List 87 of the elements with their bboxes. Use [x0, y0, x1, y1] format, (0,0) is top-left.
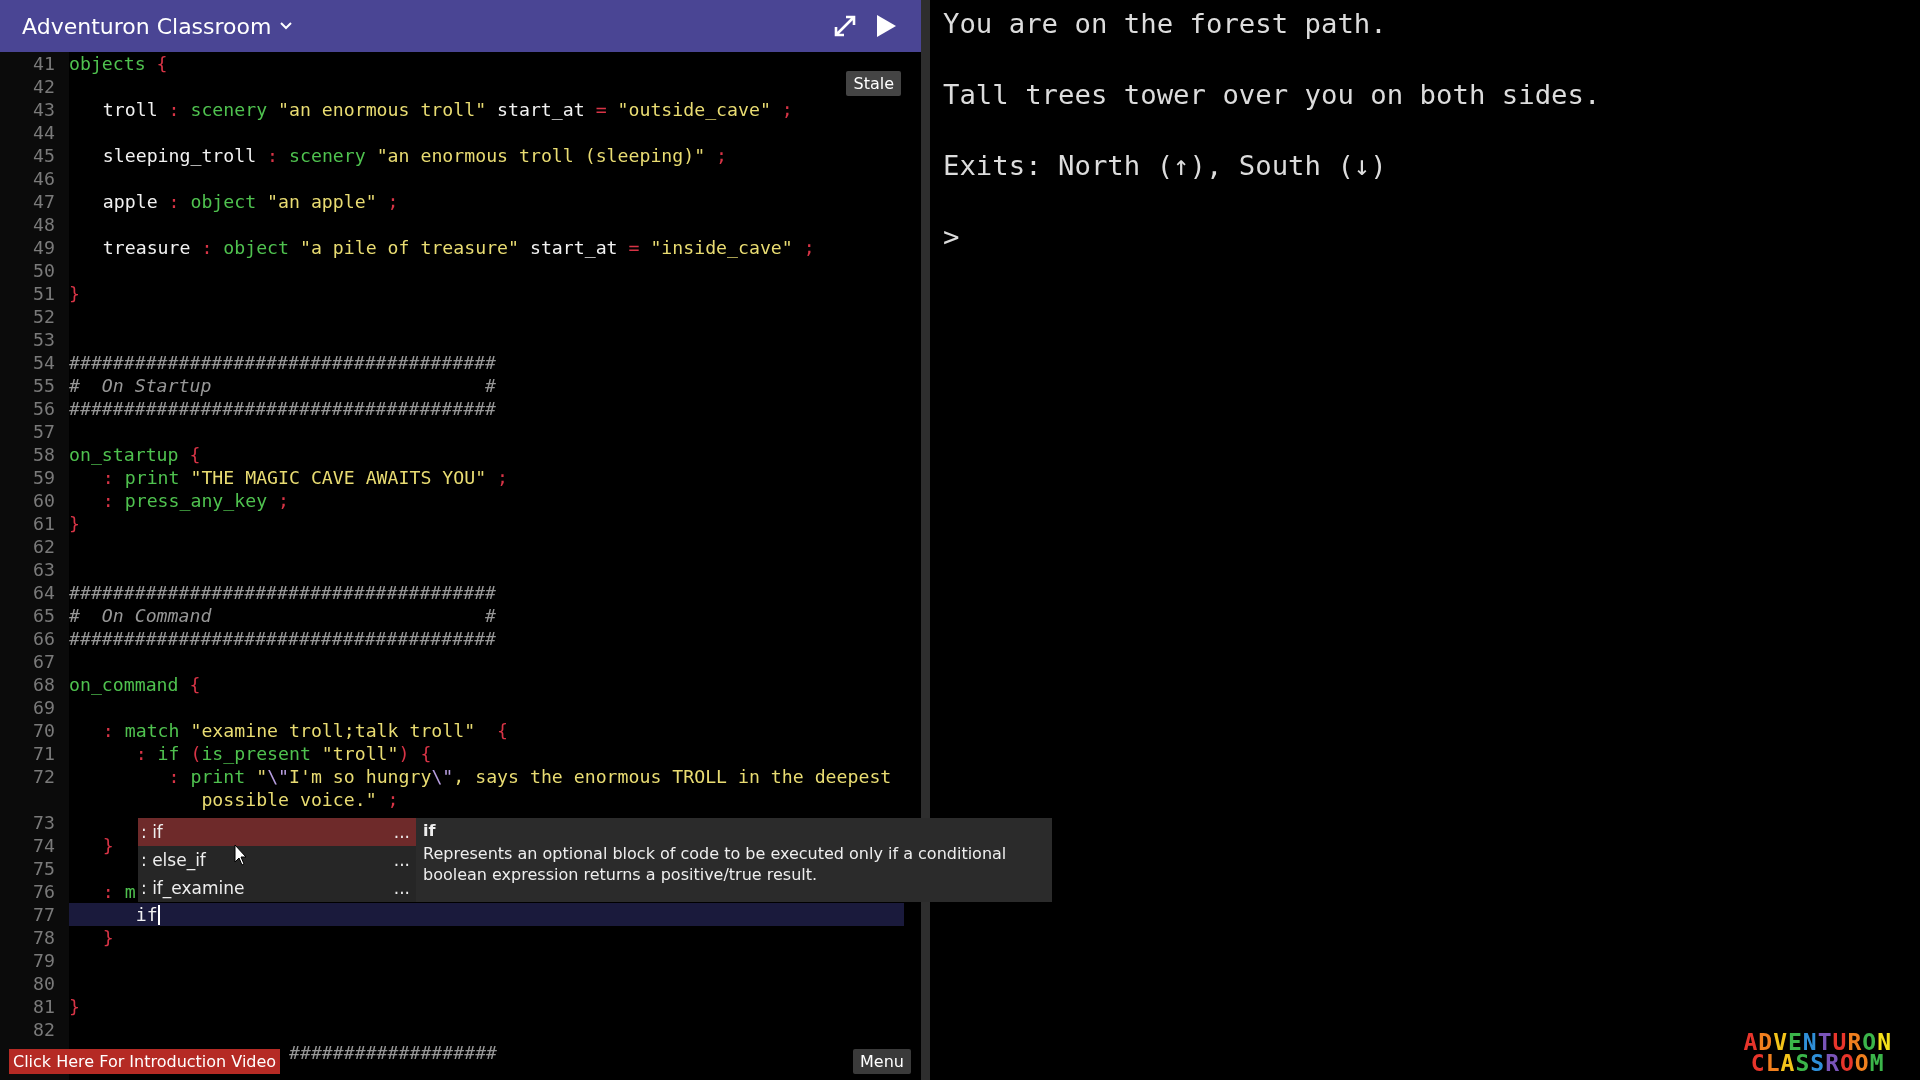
mouse-pointer-icon: [234, 844, 248, 866]
code-line: }: [102, 835, 114, 856]
stale-badge: Stale: [846, 71, 901, 96]
line-number: 69: [33, 697, 55, 718]
code-line: # On Startup #: [69, 375, 497, 396]
code-line: : match "examine troll;talk troll" {: [102, 720, 509, 741]
line-number: 65: [33, 605, 55, 626]
code-line: sleeping_troll : scenery "an enormous troll (sleeping)" ;: [102, 145, 728, 166]
adventuron-logo: ADVENTURON CLASSROOM: [1743, 1032, 1893, 1074]
suggestion-item[interactable]: : else_if ...: [138, 846, 416, 874]
code-line: on_command {: [69, 674, 201, 695]
line-number: 79: [33, 950, 55, 971]
line-number: 42: [33, 76, 55, 97]
line-number: 67: [33, 651, 55, 672]
code-line: ###################: [289, 1042, 498, 1063]
line-number: 60: [33, 490, 55, 511]
line-number: 51: [33, 283, 55, 304]
line-number: 66: [33, 628, 55, 649]
code-line: #######################################: [69, 628, 497, 649]
suggestion-description: Represents an optional block of code to be executed only if a conditional boolean expression returns a positive/true result.: [423, 843, 1008, 885]
line-number: 56: [33, 398, 55, 419]
chevron-down-icon: [279, 21, 294, 31]
code-line: : press_any_key ;: [102, 490, 290, 511]
line-number: 54: [33, 352, 55, 373]
line-number: 68: [33, 674, 55, 695]
line-number: 49: [33, 237, 55, 258]
code-line: #######################################: [69, 398, 497, 419]
game-text: Tall trees tower over you on both sides.: [943, 79, 1601, 110]
line-number: 81: [33, 996, 55, 1017]
code-line: : if (is_present "troll") {: [135, 743, 432, 764]
code-line: treasure : object "a pile of treasure" start_at = "inside_cave" ;: [102, 237, 815, 258]
code-line: troll : scenery "an enormous troll" start_at = "outside_cave" ;: [102, 99, 793, 120]
line-number: 47: [33, 191, 55, 212]
line-number: 74: [33, 835, 55, 856]
code-line: }: [69, 283, 80, 304]
game-text: Exits: North (↑), South (↓): [943, 150, 1387, 181]
line-number: 80: [33, 973, 55, 994]
code-line: if: [135, 904, 160, 925]
line-number: 46: [33, 168, 55, 189]
code-line: }: [102, 927, 114, 948]
code-line: #######################################: [69, 352, 497, 373]
code-line: : print "\"I'm so hungry\", says the enormous TROLL in the deepest: [168, 766, 892, 787]
line-number: 78: [33, 927, 55, 948]
code-line: : print "THE MAGIC CAVE AWAITS YOU" ;: [102, 467, 509, 488]
code-line: possible voice." ;: [201, 789, 399, 810]
play-icon: [875, 14, 897, 38]
suggestion-item[interactable]: : if_examine ...: [138, 874, 416, 902]
code-line: apple : object "an apple" ;: [102, 191, 399, 212]
line-number: 58: [33, 444, 55, 465]
intro-video-button[interactable]: Click Here For Introduction Video: [9, 1049, 281, 1074]
code-line: }: [69, 996, 80, 1017]
line-number: 64: [33, 582, 55, 603]
app-title-menu[interactable]: Adventuron Classroom: [22, 13, 294, 39]
code-line: on_startup {: [69, 444, 201, 465]
line-number: 75: [33, 858, 55, 879]
game-text: You are on the forest path.: [943, 8, 1387, 39]
line-number: 55: [33, 375, 55, 396]
code-line: }: [69, 513, 80, 534]
suggestion-item[interactable]: : if ...: [138, 818, 416, 846]
code-line: # On Command #: [69, 605, 497, 626]
line-number: 41: [33, 53, 55, 74]
line-number: 52: [33, 306, 55, 327]
line-number: 57: [33, 421, 55, 442]
menu-button[interactable]: Menu: [853, 1049, 911, 1074]
code-line: objects {: [69, 53, 168, 74]
line-number: 50: [33, 260, 55, 281]
line-number: 71: [33, 743, 55, 764]
line-number: 44: [33, 122, 55, 143]
line-number: 43: [33, 99, 55, 120]
line-number: 73: [33, 812, 55, 833]
line-number: 72: [33, 766, 55, 787]
code-line: #######################################: [69, 582, 497, 603]
line-number: 48: [33, 214, 55, 235]
line-number: 77: [33, 904, 55, 925]
line-number: 61: [33, 513, 55, 534]
line-number: 70: [33, 720, 55, 741]
line-number: 82: [33, 1019, 55, 1040]
line-number: 62: [33, 536, 55, 557]
input-prompt[interactable]: >: [943, 221, 960, 252]
expand-icon: [833, 14, 857, 38]
code-line: : m: [102, 881, 136, 902]
line-number: 63: [33, 559, 55, 580]
line-number: 45: [33, 145, 55, 166]
suggestion-title: if: [423, 821, 437, 840]
line-number: 76: [33, 881, 55, 902]
line-number: 53: [33, 329, 55, 350]
line-number: 59: [33, 467, 55, 488]
